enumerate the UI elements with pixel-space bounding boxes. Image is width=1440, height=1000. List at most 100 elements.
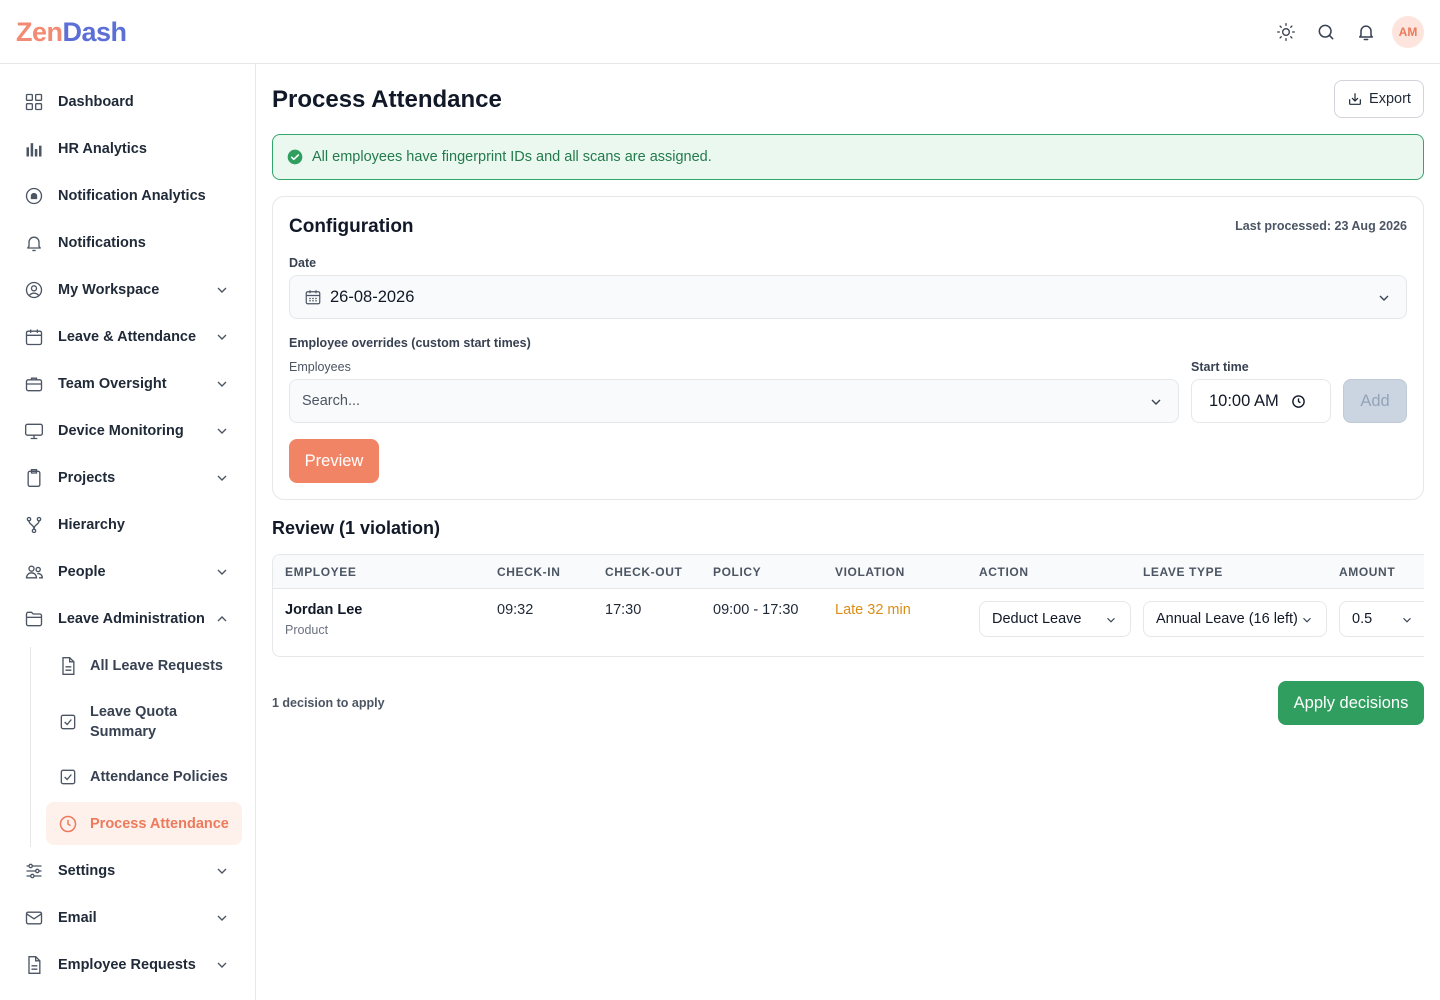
- sidebar-subitem-attendance-policies[interactable]: Attendance Policies: [46, 757, 242, 797]
- chevron-down-icon[interactable]: [214, 957, 230, 977]
- amount-value: 0.5: [1352, 611, 1373, 627]
- export-button[interactable]: Export: [1334, 80, 1424, 118]
- avatar[interactable]: AM: [1392, 16, 1424, 48]
- sidebar-item-label: Settings: [58, 863, 116, 879]
- sidebar-item-notification-analytics[interactable]: Notification Analytics: [16, 176, 242, 216]
- calendar-icon: [304, 288, 322, 306]
- app-logo[interactable]: ZenDash: [16, 17, 127, 48]
- sidebar-subitem-leave-quota-summary[interactable]: Leave Quota Summary: [46, 697, 242, 747]
- leave-type-select[interactable]: Annual Leave (16 left): [1143, 601, 1327, 637]
- sidebar-subitem-label: Leave Quota Summary: [90, 704, 178, 740]
- sidebar-item-label: Leave Administration: [58, 611, 205, 627]
- last-processed-text: Last processed: 23 Aug 2026: [1235, 219, 1407, 233]
- logo-text-zen: Zen: [16, 17, 63, 47]
- chevron-down-icon[interactable]: [214, 470, 230, 490]
- sidebar-item-label: Team Oversight: [58, 376, 167, 392]
- briefcase-icon: [22, 372, 46, 396]
- column-header-leave-type: LEAVE TYPE: [1143, 565, 1223, 579]
- chevron-down-icon[interactable]: [214, 423, 230, 443]
- document-icon: [22, 953, 46, 977]
- column-header-action: ACTION: [979, 565, 1029, 579]
- success-alert: All employees have fingerprint IDs and a…: [272, 134, 1424, 180]
- sidebar-item-team-oversight[interactable]: Team Oversight: [16, 364, 242, 404]
- add-button[interactable]: Add: [1343, 379, 1407, 423]
- calendar-icon: [22, 325, 46, 349]
- employees-search-select[interactable]: Search...: [289, 379, 1179, 423]
- sidebar-subitem-all-leave-requests[interactable]: All Leave Requests: [46, 646, 242, 686]
- action-select[interactable]: Deduct Leave: [979, 601, 1131, 637]
- download-icon: [1347, 91, 1363, 107]
- sidebar-item-label: Device Monitoring: [58, 423, 184, 439]
- bell-icon[interactable]: [1352, 16, 1380, 48]
- amount-select[interactable]: 0.5: [1339, 601, 1424, 637]
- sidebar-item-label: Hierarchy: [58, 517, 125, 533]
- violation-text: Late 32 min: [835, 602, 911, 618]
- chevron-up-icon[interactable]: [214, 611, 230, 631]
- folder-icon: [22, 607, 46, 631]
- employees-placeholder: Search...: [302, 393, 361, 409]
- apply-decisions-button[interactable]: Apply decisions: [1278, 681, 1424, 725]
- sidebar-item-label: Dashboard: [58, 94, 134, 110]
- sidebar-subitem-label: Attendance Policies: [90, 769, 228, 785]
- logo-text-dash: Dash: [62, 17, 128, 47]
- hierarchy-icon: [22, 513, 46, 537]
- chevron-down-icon: [1376, 290, 1392, 311]
- alert-text: All employees have fingerprint IDs and a…: [312, 149, 712, 165]
- chevron-down-icon[interactable]: [214, 376, 230, 396]
- overrides-label: Employee overrides (custom start times): [289, 336, 531, 350]
- check-out-time: 17:30: [605, 602, 642, 618]
- date-label: Date: [289, 256, 317, 270]
- sidebar-item-hierarchy[interactable]: Hierarchy: [16, 505, 242, 545]
- sliders-icon: [22, 859, 46, 883]
- column-header-check-in: CHECK-IN: [497, 565, 561, 579]
- sun-icon[interactable]: [1272, 16, 1300, 48]
- clock-icon: [56, 812, 80, 836]
- chevron-down-icon[interactable]: [214, 910, 230, 930]
- sidebar-item-hr-analytics[interactable]: HR Analytics: [16, 129, 242, 169]
- check-circle-icon: [287, 149, 303, 165]
- employee-department: Product: [285, 623, 329, 637]
- page-title: Process Attendance: [272, 86, 502, 113]
- sidebar-item-device-monitoring[interactable]: Device Monitoring: [16, 411, 242, 451]
- employees-label: Employees: [289, 360, 351, 374]
- sidebar-item-label: Employee Requests: [58, 957, 196, 973]
- export-label: Export: [1369, 91, 1411, 107]
- sidebar-item-dashboard[interactable]: Dashboard: [16, 82, 242, 122]
- sidebar-item-people[interactable]: People: [16, 552, 242, 592]
- check-square-icon: [56, 765, 80, 789]
- start-time-input[interactable]: 10:00 AM: [1191, 379, 1331, 423]
- preview-button[interactable]: Preview: [289, 439, 379, 483]
- submenu-divider: [30, 647, 31, 847]
- sidebar-item-settings[interactable]: Settings: [16, 851, 242, 891]
- users-icon: [22, 560, 46, 584]
- clock-icon: [1291, 394, 1306, 409]
- decisions-count-text: 1 decision to apply: [272, 696, 385, 710]
- chevron-down-icon[interactable]: [214, 863, 230, 883]
- sidebar-item-my-workspace[interactable]: My Workspace: [16, 270, 242, 310]
- sidebar-item-notifications[interactable]: Notifications: [16, 223, 242, 263]
- chevron-down-icon[interactable]: [214, 564, 230, 584]
- leave-type-value: Annual Leave (16 left): [1156, 611, 1298, 627]
- date-picker[interactable]: 26-08-2026: [289, 275, 1407, 319]
- sidebar-item-label: HR Analytics: [58, 141, 147, 157]
- review-table: EMPLOYEE CHECK-IN CHECK-OUT POLICY VIOLA…: [272, 554, 1424, 657]
- review-title: Review (1 violation): [272, 518, 441, 538]
- sidebar-item-leave-attendance[interactable]: Leave & Attendance: [16, 317, 242, 357]
- table-header: EMPLOYEE CHECK-IN CHECK-OUT POLICY VIOLA…: [273, 555, 1424, 589]
- sidebar-subitem-label: All Leave Requests: [90, 658, 223, 674]
- bell-icon: [22, 231, 46, 255]
- chevron-down-icon[interactable]: [214, 329, 230, 349]
- search-icon[interactable]: [1312, 16, 1340, 48]
- sidebar-item-leave-administration[interactable]: Leave Administration: [16, 599, 242, 639]
- configuration-title: Configuration: [289, 216, 414, 237]
- sidebar-item-employee-requests[interactable]: Employee Requests: [16, 945, 242, 985]
- chevron-down-icon[interactable]: [214, 282, 230, 302]
- sidebar-subitem-label: Process Attendance: [90, 815, 229, 832]
- check-square-icon: [56, 710, 80, 734]
- sidebar-item-label: Projects: [58, 470, 116, 486]
- monitor-icon: [22, 419, 46, 443]
- sidebar-item-email[interactable]: Email: [16, 898, 242, 938]
- sidebar-item-projects[interactable]: Projects: [16, 458, 242, 498]
- sidebar-subitem-process-attendance[interactable]: Process Attendance: [46, 802, 242, 845]
- grid-icon: [22, 90, 46, 114]
